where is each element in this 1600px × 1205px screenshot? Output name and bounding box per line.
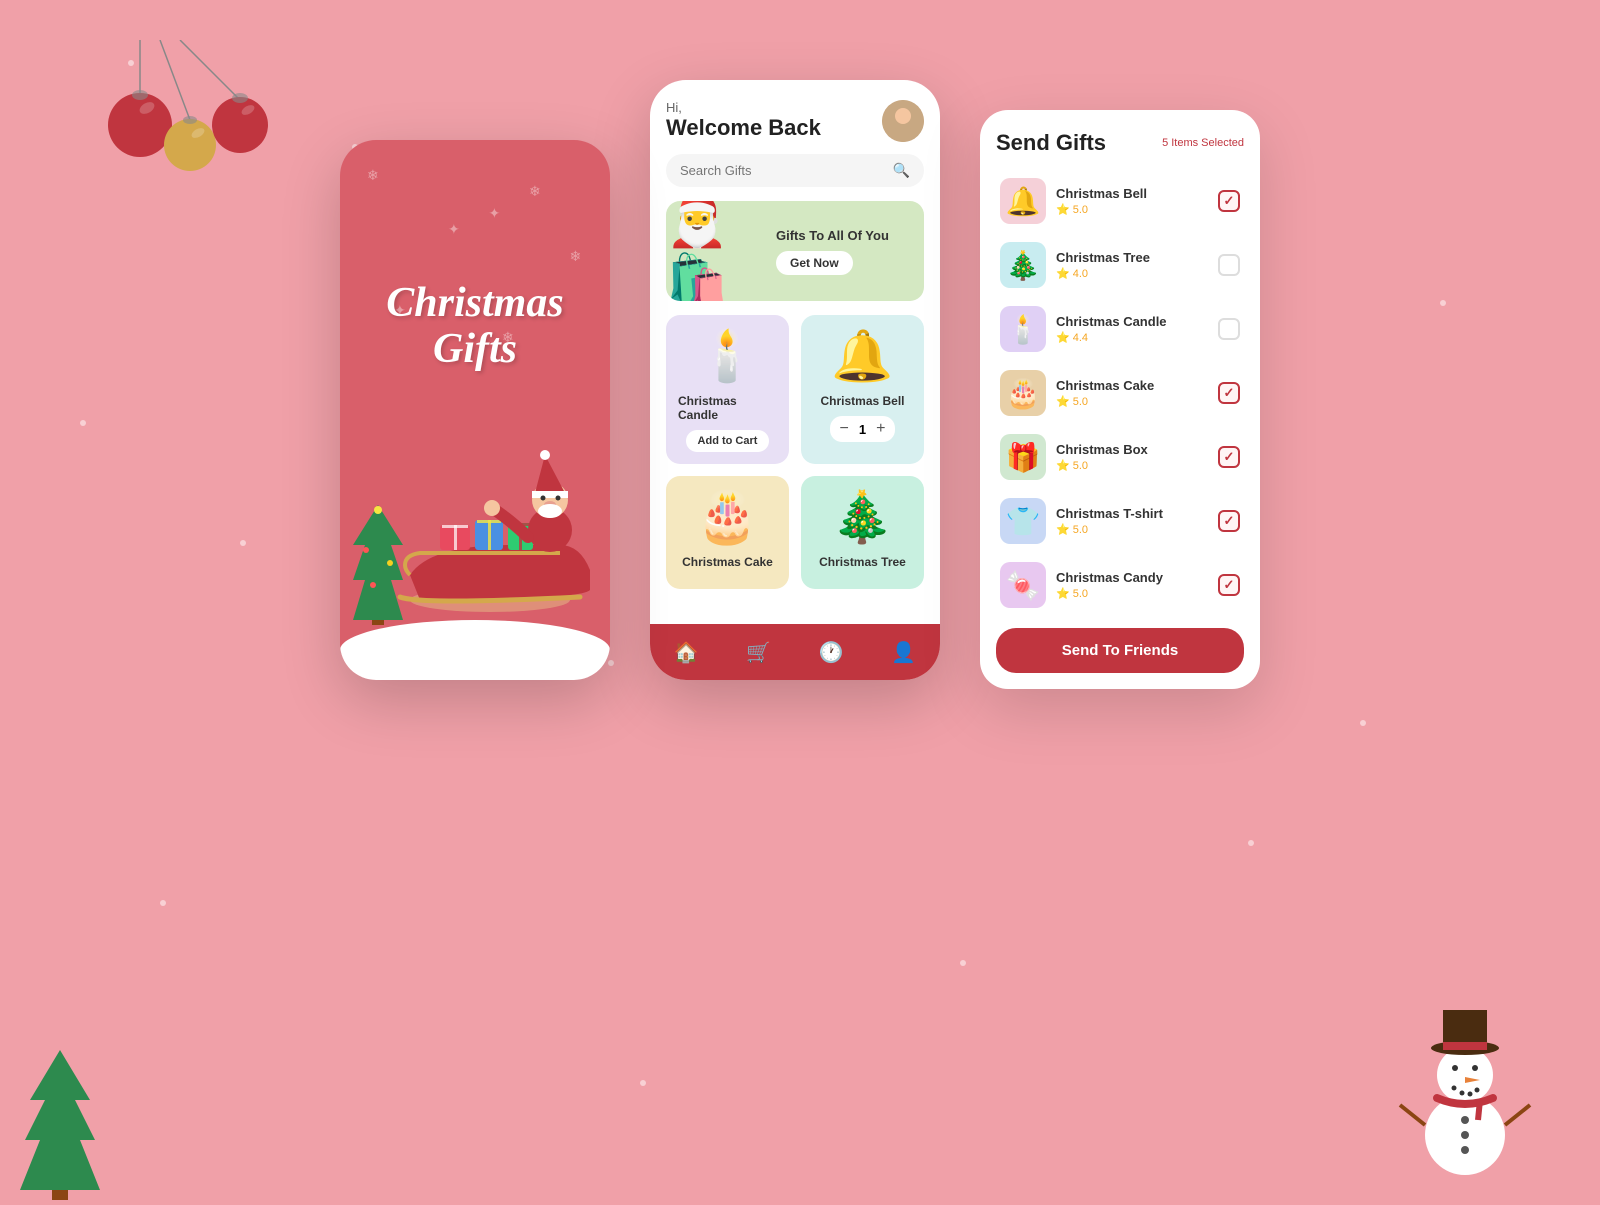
search-input[interactable] <box>680 163 885 178</box>
screens-container: ❄ ❄ ✦ ❄ ✦ ❄ ✦ Christmas Gifts <box>340 80 1260 689</box>
cake-emoji: 🎂 <box>696 488 758 547</box>
gift-rating-candy: ⭐ 5.0 <box>1056 587 1208 600</box>
checkbox-tshirt[interactable]: ✓ <box>1218 510 1240 532</box>
checkbox-box[interactable]: ✓ <box>1218 446 1240 468</box>
search-bar[interactable]: 🔍 <box>666 154 924 187</box>
gift-item-candle: 🕯️ Christmas Candle ⭐ 4.4 <box>996 300 1244 358</box>
gift-item-candy: 🍬 Christmas Candy ⭐ 5.0 ✓ <box>996 556 1244 614</box>
gift-info-candle: Christmas Candle ⭐ 4.4 <box>1056 314 1208 344</box>
checkmark-tshirt: ✓ <box>1224 513 1235 529</box>
santa-scene <box>340 400 610 680</box>
product-card-bell: 🔔 Christmas Bell − 1 + <box>801 315 924 464</box>
gift-info-tree: Christmas Tree ⭐ 4.0 <box>1056 250 1208 280</box>
phone-mid: Hi, Welcome Back 🔍 🎅🛍️ <box>650 80 940 680</box>
gift-thumb-candle: 🕯️ <box>1000 306 1046 352</box>
candle-emoji: 🕯️ <box>696 327 758 386</box>
phone-left: ❄ ❄ ✦ ❄ ✦ ❄ ✦ Christmas Gifts <box>340 140 610 680</box>
gift-name-candy: Christmas Candy <box>1056 570 1208 585</box>
product-card-tree: 🎄 Christmas Tree <box>801 476 924 589</box>
gift-rating-tree: ⭐ 4.0 <box>1056 267 1208 280</box>
gift-thumb-candy: 🍬 <box>1000 562 1046 608</box>
tree-name: Christmas Tree <box>819 555 906 569</box>
gift-thumb-tree: 🎄 <box>1000 242 1046 288</box>
bell-name: Christmas Bell <box>820 394 904 408</box>
qty-control-bell: − 1 + <box>830 416 896 442</box>
banner-title: Gifts To All Of You <box>776 228 914 243</box>
gift-rating-bell: ⭐ 5.0 <box>1056 203 1208 216</box>
qty-increase-button[interactable]: + <box>876 420 885 438</box>
checkbox-tree[interactable] <box>1218 254 1240 276</box>
gift-info-cake: Christmas Cake ⭐ 5.0 <box>1056 378 1208 408</box>
mid-header: Hi, Welcome Back <box>666 100 924 142</box>
greeting-text: Hi, <box>666 100 821 115</box>
gift-name-box: Christmas Box <box>1056 442 1208 457</box>
add-to-cart-button-candle[interactable]: Add to Cart <box>686 430 770 452</box>
gift-name-candle: Christmas Candle <box>1056 314 1208 329</box>
qty-decrease-button[interactable]: − <box>840 420 849 438</box>
left-phone-title: Christmas Gifts <box>340 280 610 372</box>
snow-ground <box>340 620 610 680</box>
gift-thumb-tshirt: 👕 <box>1000 498 1046 544</box>
nav-history-icon[interactable]: 🕐 <box>819 640 844 665</box>
gift-thumb-box: 🎁 <box>1000 434 1046 480</box>
checkbox-candle[interactable] <box>1218 318 1240 340</box>
candle-name: Christmas Candle <box>678 394 777 422</box>
checkmark-cake: ✓ <box>1224 385 1235 401</box>
gift-thumb-bell: 🔔 <box>1000 178 1046 224</box>
gift-item-cake: 🎂 Christmas Cake ⭐ 5.0 ✓ <box>996 364 1244 422</box>
checkbox-cake[interactable]: ✓ <box>1218 382 1240 404</box>
send-to-friends-button[interactable]: Send To Friends <box>996 628 1244 673</box>
welcome-text: Welcome Back <box>666 115 821 141</box>
gift-name-cake: Christmas Cake <box>1056 378 1208 393</box>
gift-info-box: Christmas Box ⭐ 5.0 <box>1056 442 1208 472</box>
get-now-button[interactable]: Get Now <box>776 251 853 275</box>
product-card-candle: 🕯️ Christmas Candle Add to Cart <box>666 315 789 464</box>
panel-title: Send Gifts <box>996 130 1106 156</box>
gift-info-candy: Christmas Candy ⭐ 5.0 <box>1056 570 1208 600</box>
bottom-left-tree <box>20 1050 100 1200</box>
gift-item-tree: 🎄 Christmas Tree ⭐ 4.0 <box>996 236 1244 294</box>
gift-name-tshirt: Christmas T-shirt <box>1056 506 1208 521</box>
nav-profile-icon[interactable]: 👤 <box>891 640 916 665</box>
avatar[interactable] <box>882 100 924 142</box>
nav-cart-icon[interactable]: 🛒 <box>746 640 771 665</box>
gift-name-bell: Christmas Bell <box>1056 186 1208 201</box>
gift-rating-box: ⭐ 5.0 <box>1056 459 1208 472</box>
checkmark-bell: ✓ <box>1224 193 1235 209</box>
gift-info-bell: Christmas Bell ⭐ 5.0 <box>1056 186 1208 216</box>
items-selected-count: 5 Items Selected <box>1162 137 1244 149</box>
search-icon: 🔍 <box>893 162 910 179</box>
panel-header: Send Gifts 5 Items Selected <box>996 130 1244 156</box>
bell-emoji: 🔔 <box>831 327 893 386</box>
nav-home-icon[interactable]: 🏠 <box>674 640 699 665</box>
bottom-nav: 🏠 🛒 🕐 👤 <box>650 624 940 680</box>
tree-emoji: 🎄 <box>831 488 893 547</box>
gift-rating-cake: ⭐ 5.0 <box>1056 395 1208 408</box>
qty-display: 1 <box>859 422 866 437</box>
promo-banner: 🎅🛍️ Gifts To All Of You Get Now <box>666 201 924 301</box>
checkbox-bell[interactable]: ✓ <box>1218 190 1240 212</box>
product-card-cake: 🎂 Christmas Cake <box>666 476 789 589</box>
gift-item-bell: 🔔 Christmas Bell ⭐ 5.0 ✓ <box>996 172 1244 230</box>
checkbox-candy[interactable]: ✓ <box>1218 574 1240 596</box>
ornaments-decoration <box>80 40 280 240</box>
cake-name: Christmas Cake <box>682 555 773 569</box>
gift-name-tree: Christmas Tree <box>1056 250 1208 265</box>
send-gifts-panel: Send Gifts 5 Items Selected 🔔 Christmas … <box>980 110 1260 689</box>
gift-rating-tshirt: ⭐ 5.0 <box>1056 523 1208 536</box>
gift-item-box: 🎁 Christmas Box ⭐ 5.0 ✓ <box>996 428 1244 486</box>
snowman-decoration <box>1390 980 1540 1180</box>
banner-image: 🎅🛍️ <box>666 201 766 301</box>
checkmark-candy: ✓ <box>1224 577 1235 593</box>
gift-rating-candle: ⭐ 4.4 <box>1056 331 1208 344</box>
gift-list: 🔔 Christmas Bell ⭐ 5.0 ✓ 🎄 Christmas Tre… <box>996 172 1244 614</box>
checkmark-box: ✓ <box>1224 449 1235 465</box>
product-grid: 🕯️ Christmas Candle Add to Cart 🔔 Christ… <box>666 315 924 589</box>
gift-item-tshirt: 👕 Christmas T-shirt ⭐ 5.0 ✓ <box>996 492 1244 550</box>
gift-thumb-cake: 🎂 <box>1000 370 1046 416</box>
gift-info-tshirt: Christmas T-shirt ⭐ 5.0 <box>1056 506 1208 536</box>
